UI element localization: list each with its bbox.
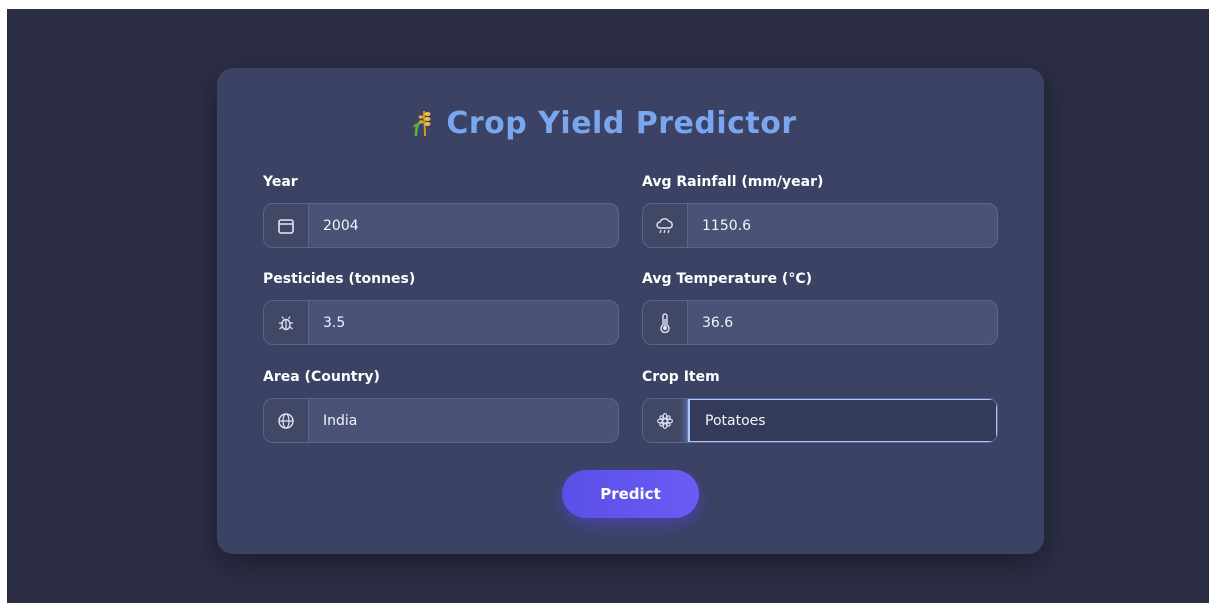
flower-icon xyxy=(643,399,688,442)
temperature-input[interactable] xyxy=(688,301,997,344)
crop-label: Crop Item xyxy=(642,369,720,385)
thermometer-icon xyxy=(643,301,688,344)
pesticides-input-group xyxy=(263,300,619,345)
area-field: Area (Country) xyxy=(263,368,619,443)
pesticides-input[interactable] xyxy=(309,301,618,344)
pesticides-label: Pesticides (tonnes) xyxy=(263,271,416,287)
area-label: Area (Country) xyxy=(263,369,380,385)
year-input[interactable] xyxy=(309,204,618,247)
area-input-group xyxy=(263,398,619,443)
crop-input[interactable] xyxy=(690,400,996,441)
bug-icon xyxy=(264,301,309,344)
year-field: Year xyxy=(263,173,619,248)
rain-cloud-icon xyxy=(643,204,688,247)
page-title-text: Crop Yield Predictor xyxy=(446,106,797,141)
crop-input-group xyxy=(642,398,998,443)
rainfall-label: Avg Rainfall (mm/year) xyxy=(642,174,824,190)
temperature-field: Avg Temperature (°C) xyxy=(642,270,998,345)
temperature-input-group xyxy=(642,300,998,345)
rainfall-field: Avg Rainfall (mm/year) xyxy=(642,173,998,248)
year-label: Year xyxy=(263,174,298,190)
rainfall-input[interactable] xyxy=(688,204,997,247)
page-title: Crop Yield Predictor xyxy=(0,106,1209,145)
crop-field: Crop Item xyxy=(642,368,998,443)
year-input-group xyxy=(263,203,619,248)
crop-input-focus-ring xyxy=(688,399,997,442)
temperature-label: Avg Temperature (°C) xyxy=(642,271,813,287)
calendar-icon xyxy=(264,204,309,247)
predict-button[interactable]: Predict xyxy=(562,470,699,518)
wheat-icon xyxy=(412,109,434,145)
globe-icon xyxy=(264,399,309,442)
rainfall-input-group xyxy=(642,203,998,248)
area-input[interactable] xyxy=(309,399,618,442)
pesticides-field: Pesticides (tonnes) xyxy=(263,270,619,345)
